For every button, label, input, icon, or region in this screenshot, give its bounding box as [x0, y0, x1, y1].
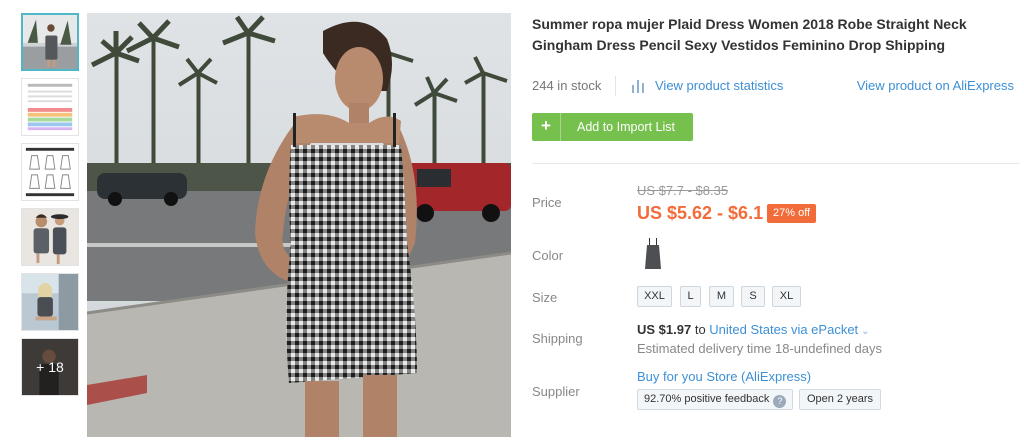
shipping-label: Shipping — [532, 331, 583, 346]
view-on-aliexpress-link[interactable]: View product on AliExpress — [857, 78, 1014, 93]
view-statistics-link[interactable]: View product statistics — [655, 78, 783, 93]
chevron-down-icon: ⌄ — [861, 326, 870, 337]
main-product-image[interactable] — [87, 13, 511, 437]
store-age-badge: Open 2 years — [799, 389, 882, 410]
import-button-label: Add to Import List — [577, 120, 675, 134]
thumbnail-4[interactable] — [21, 208, 79, 266]
add-to-import-list-button[interactable]: + Add to Import List — [532, 113, 693, 141]
feedback-text: 92.70% positive feedback — [644, 393, 770, 405]
size-chart-thumbnail — [22, 79, 78, 135]
supplier-label: Supplier — [532, 384, 580, 399]
discount-badge: 27% off — [767, 204, 817, 223]
thumbnail-3[interactable] — [21, 143, 79, 201]
size-option-m[interactable]: M — [709, 286, 734, 307]
size-option-xxl[interactable]: XXL — [637, 286, 672, 307]
size-option-s[interactable]: S — [741, 286, 765, 307]
measurement-diagram-thumbnail — [22, 144, 78, 200]
dress-swatch-image — [637, 236, 669, 272]
shipping-line: US $1.97 to United States via ePacket ⌄ — [637, 322, 870, 337]
thumbnail-5[interactable] — [21, 273, 79, 331]
section-divider — [532, 163, 1020, 164]
thumbnail-1[interactable] — [21, 13, 79, 71]
stock-count: 244 in stock — [532, 78, 602, 93]
thumbnail-more[interactable]: + 18 — [21, 338, 79, 396]
thumbnail-2[interactable] — [21, 78, 79, 136]
more-photos-count: + 18 — [22, 339, 78, 395]
shipping-destination: United States via ePacket — [709, 322, 859, 337]
original-price: US $7.7 - $8.35 — [637, 183, 729, 198]
two-models-thumbnail — [22, 209, 78, 265]
plus-icon: + — [541, 116, 551, 135]
price-label: Price — [532, 195, 562, 210]
product-title: Summer ropa mujer Plaid Dress Women 2018… — [532, 16, 967, 53]
model-sitting-thumbnail — [22, 274, 78, 330]
help-icon[interactable]: ? — [773, 395, 787, 408]
size-label: Size — [532, 290, 558, 305]
feedback-badge: 92.70% positive feedback? — [637, 389, 794, 410]
size-option-xl[interactable]: XL — [772, 286, 801, 307]
shipping-price: US $1.97 — [637, 322, 692, 337]
product-photo — [87, 13, 511, 437]
stock-divider — [615, 76, 616, 96]
shipping-to-text: to — [694, 322, 706, 337]
dress-photo-thumbnail — [23, 15, 77, 69]
color-label: Color — [532, 248, 564, 263]
button-separator — [560, 113, 561, 141]
color-option-gingham[interactable] — [637, 236, 669, 272]
bar-chart-icon[interactable] — [631, 79, 645, 93]
sale-price: US $5.62 - $6.1 — [637, 203, 764, 223]
delivery-estimate: Estimated delivery time 18-undefined day… — [637, 341, 882, 356]
stock-row: 244 in stock View product statistics Vie… — [532, 76, 1020, 96]
size-option-l[interactable]: L — [680, 286, 701, 307]
shipping-destination-dropdown[interactable]: United States via ePacket ⌄ — [709, 322, 869, 337]
store-link[interactable]: Buy for you Store (AliExpress) — [637, 369, 811, 384]
